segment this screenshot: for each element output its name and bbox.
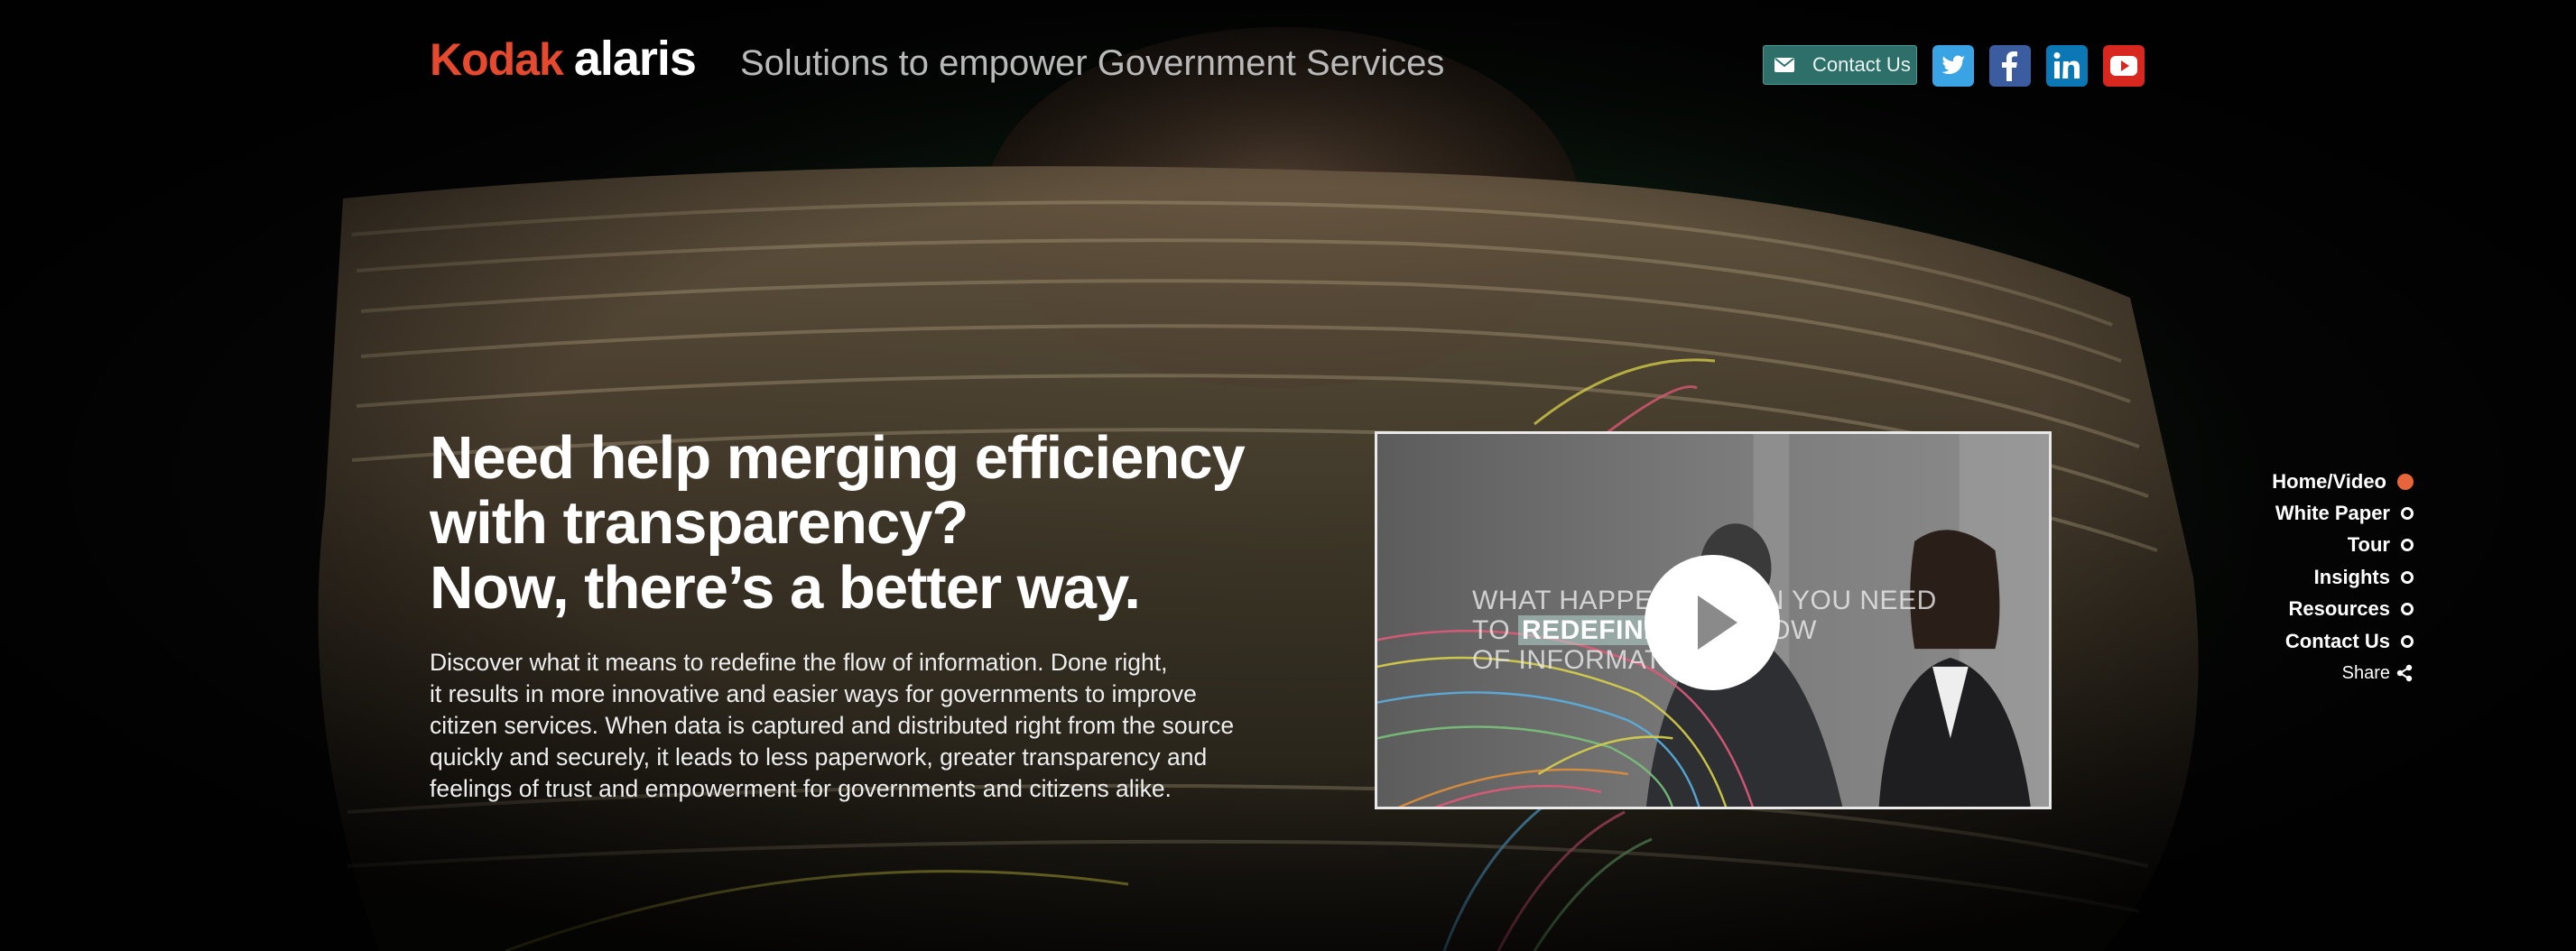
nav-dot-icon (2401, 507, 2414, 521)
twitter-icon (1932, 45, 1974, 87)
hero-description: Discover what it means to redefine the f… (430, 647, 1296, 805)
description-line-5: feelings of trust and empowerment for go… (430, 775, 1172, 802)
side-nav-label: Home/Video (2272, 469, 2386, 493)
side-nav-contact-us[interactable]: Contact Us (2272, 625, 2414, 657)
side-nav-white-paper[interactable]: White Paper (2272, 497, 2414, 529)
side-navigation: Home/Video White Paper Tour Insights Res… (2272, 466, 2414, 689)
nav-dot-icon (2401, 634, 2414, 648)
side-nav-label: Insights (2313, 565, 2390, 588)
share-icon (2396, 664, 2413, 682)
hero-headline: Need help merging efficiency with transp… (430, 426, 1314, 621)
side-nav-home-video[interactable]: Home/Video (2272, 466, 2414, 497)
twitter-link[interactable] (1932, 45, 1974, 87)
side-nav-label: Contact Us (2284, 629, 2390, 652)
video-player[interactable]: WHAT HAPPENS WHEN YOU NEED TO REDEFINE T… (1375, 431, 2052, 809)
contact-us-label: Contact Us (1812, 53, 1911, 76)
play-icon (1698, 596, 1737, 650)
envelope-icon (1774, 58, 1794, 72)
side-nav-label: White Paper (2275, 502, 2390, 525)
logo-kodak-text: Kodak (430, 34, 564, 85)
description-line-2: it results in more innovative and easier… (430, 680, 1197, 707)
site-tagline: Solutions to empower Government Services (740, 43, 1445, 83)
youtube-link[interactable] (2103, 45, 2145, 87)
share-label: Share (2341, 662, 2390, 683)
linkedin-link[interactable] (2046, 45, 2088, 87)
headline-line-1: Need help merging efficiency (430, 424, 1246, 492)
headline-line-3: Now, there’s a better way. (430, 554, 1141, 622)
side-nav-label: Tour (2347, 533, 2390, 557)
logo-alaris-text: alaris (573, 32, 697, 86)
video-caption-pre: TO (1472, 615, 1518, 645)
play-button[interactable] (1645, 555, 1780, 690)
facebook-icon (1989, 45, 2031, 87)
share-button[interactable]: Share (2272, 657, 2414, 688)
side-nav-label: Resources (2288, 597, 2390, 621)
side-nav-resources[interactable]: Resources (2272, 594, 2414, 625)
youtube-icon (2103, 45, 2145, 87)
nav-dot-icon (2401, 603, 2414, 616)
kodak-alaris-logo[interactable]: Kodak alaris (430, 31, 697, 86)
side-nav-insights[interactable]: Insights (2272, 561, 2414, 593)
facebook-link[interactable] (1989, 45, 2031, 87)
nav-dot-icon (2401, 539, 2414, 552)
headline-line-2: with transparency? (430, 489, 968, 557)
description-line-4: quickly and securely, it leads to less p… (430, 743, 1208, 771)
description-line-3: citizen services. When data is captured … (430, 712, 1235, 739)
nav-dot-icon (2401, 570, 2414, 584)
description-line-1: Discover what it means to redefine the f… (430, 649, 1168, 676)
linkedin-icon (2046, 45, 2088, 87)
contact-us-button[interactable]: Contact Us (1763, 45, 1917, 85)
side-nav-tour[interactable]: Tour (2272, 530, 2414, 561)
nav-dot-active-icon (2397, 473, 2414, 490)
